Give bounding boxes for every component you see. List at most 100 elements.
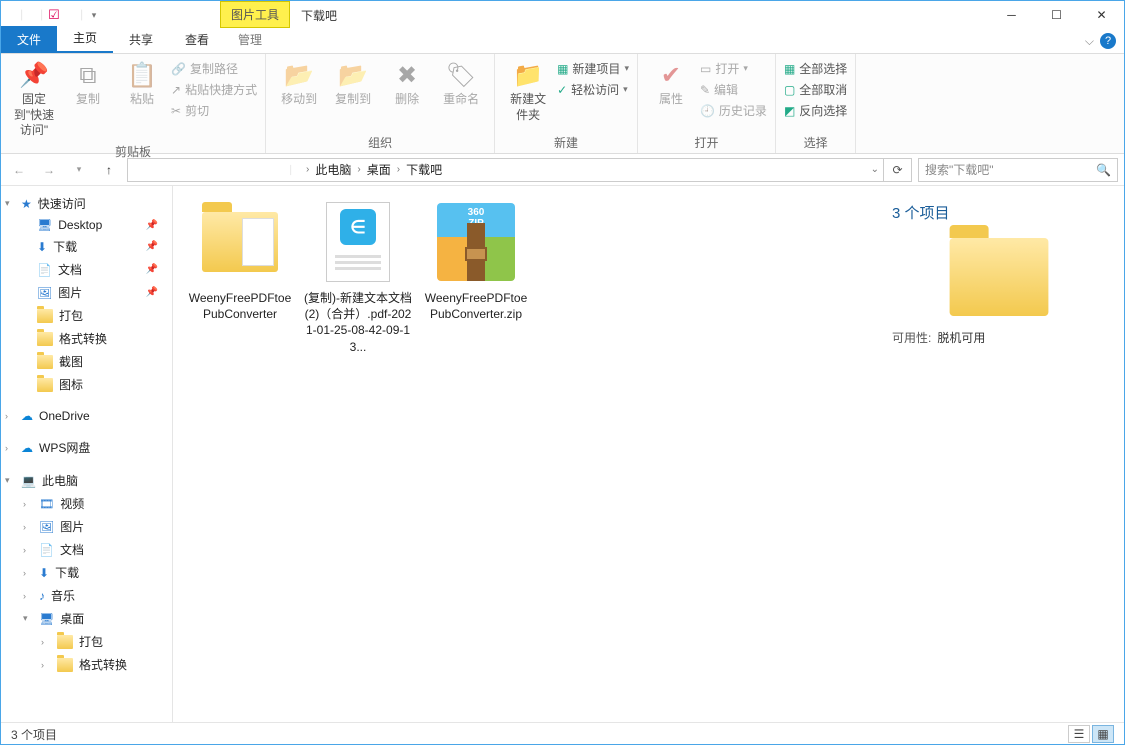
window-title: 下载吧 [301, 7, 337, 24]
nav-thispc[interactable]: ▾💻此电脑 [1, 469, 172, 492]
details-pane: 3 个项目 可用性:脱机可用 [874, 186, 1124, 722]
location-folder-icon [145, 164, 291, 174]
move-to-button[interactable]: 📂移动到 [274, 58, 324, 110]
refresh-button[interactable]: ⟳ [884, 158, 912, 182]
nav-downloads2[interactable]: ›⬇下载 [1, 561, 172, 584]
copy-to-button[interactable]: 📂复制到 [328, 58, 378, 110]
cloud-icon: ☁ [21, 441, 33, 455]
maximize-button[interactable]: ☐ [1034, 1, 1079, 29]
file-item-pdf[interactable]: ∈ (复制)-新建文本文档 (2)（合并）.pdf-2021-01-25-08-… [303, 198, 413, 355]
title-bar: ☑ ▾ 图片工具 下载吧 ─ ☐ ✕ [1, 1, 1124, 29]
select-none-button[interactable]: ▢全部取消 [784, 81, 847, 98]
files-pane[interactable]: WeenyFreePDFtoePubConverter ∈ (复制)-新建文本文… [173, 186, 874, 722]
qat-dropdown-icon[interactable]: ▾ [85, 6, 103, 24]
help-icon[interactable]: ? [1100, 33, 1116, 49]
nav-format[interactable]: 格式转换 [1, 327, 172, 350]
nav-pack[interactable]: 打包 [1, 304, 172, 327]
cut-button[interactable]: ✂剪切 [171, 102, 257, 119]
newitem-icon: ▦ [557, 62, 568, 76]
video-icon: 🎞 [39, 497, 54, 511]
navigation-pane[interactable]: ▾★快速访问 🖥Desktop📌 ⬇下载📌 📄文档📌 🖼图片📌 打包 格式转换 … [1, 186, 173, 722]
nav-pictures[interactable]: 🖼图片📌 [1, 281, 172, 304]
copy-icon: ⧉ [79, 60, 96, 92]
tab-manage[interactable]: 管理 [220, 26, 280, 53]
paste-button[interactable]: 📋粘贴 [117, 58, 167, 110]
nav-documents[interactable]: 📄文档📌 [1, 258, 172, 281]
desktop-icon: 🖥 [39, 612, 54, 626]
pin-icon: 📌 [146, 241, 168, 252]
crumb-desktop[interactable]: 桌面 [363, 161, 395, 178]
chevron-icon[interactable]: › [397, 164, 400, 175]
rename-button[interactable]: 🏷重命名 [436, 58, 486, 110]
nav-wps[interactable]: ›☁WPS网盘 [1, 436, 172, 459]
open-button[interactable]: ▭打开 ▾ [700, 60, 767, 77]
nav-screenshot[interactable]: 截图 [1, 350, 172, 373]
folder-icon [57, 658, 73, 672]
group-organize-label: 组织 [274, 132, 486, 151]
chevron-icon[interactable]: › [357, 164, 360, 175]
ribbon: 📌固定到"快速访问" ⧉复制 📋粘贴 🔗复制路径 ↗粘贴快捷方式 ✂剪切 剪贴板… [1, 54, 1124, 154]
nav-pack2[interactable]: ›打包 [1, 630, 172, 653]
new-item-button[interactable]: ▦新建项目 ▾ [557, 60, 629, 77]
nav-desktop2[interactable]: ▾🖥桌面 [1, 607, 172, 630]
close-button[interactable]: ✕ [1079, 1, 1124, 29]
contextual-tab-pictures[interactable]: 图片工具 [220, 1, 290, 28]
nav-music[interactable]: ›♪音乐 [1, 584, 172, 607]
tab-view[interactable]: 查看 [169, 26, 225, 53]
edit-button[interactable]: ✎编辑 [700, 81, 767, 98]
dropdown-icon[interactable]: ⌄ [871, 164, 879, 175]
history-button[interactable]: 🕘历史记录 [700, 102, 767, 119]
up-button[interactable]: ↑ [97, 158, 121, 182]
file-name-label: WeenyFreePDFtoePubConverter.zip [421, 290, 531, 322]
open-icon: ▭ [700, 62, 711, 76]
details-view-button[interactable]: ☰ [1068, 725, 1090, 743]
documents-icon: 📄 [37, 263, 52, 277]
availability-value: 脱机可用 [937, 331, 985, 345]
copy-button[interactable]: ⧉复制 [63, 58, 113, 110]
nav-icons[interactable]: 图标 [1, 373, 172, 396]
nav-documents2[interactable]: ›📄文档 [1, 538, 172, 561]
status-item-count: 3 个项目 [11, 726, 57, 743]
breadcrumb[interactable]: › 此电脑 › 桌面 › 下载吧 ⌄ [127, 158, 884, 182]
qat-folder2-icon[interactable] [65, 6, 83, 24]
ribbon-collapse-icon[interactable]: ⌵ [1085, 34, 1094, 49]
tab-home[interactable]: 主页 [57, 24, 113, 53]
minimize-button[interactable]: ─ [989, 1, 1034, 29]
forward-button[interactable]: → [37, 158, 61, 182]
downloads-icon: ⬇ [37, 240, 47, 254]
group-select-label: 选择 [784, 132, 847, 151]
easy-access-button[interactable]: ✓轻松访问 ▾ [557, 81, 629, 98]
recent-dropdown[interactable]: ▾ [67, 158, 91, 182]
pin-to-quick-access-button[interactable]: 📌固定到"快速访问" [9, 58, 59, 141]
nav-quick-access[interactable]: ▾★快速访问 [1, 192, 172, 215]
path-icon: 🔗 [171, 62, 186, 76]
zip-icon: 360ZIP [437, 203, 515, 281]
delete-button[interactable]: ✖删除 [382, 58, 432, 110]
tab-share[interactable]: 共享 [113, 26, 169, 53]
back-button[interactable]: ← [7, 158, 31, 182]
qat-checkbox-icon[interactable]: ☑ [45, 6, 63, 24]
invert-selection-button[interactable]: ◩反向选择 [784, 102, 847, 119]
qat-folder-icon[interactable] [25, 6, 43, 24]
nav-downloads[interactable]: ⬇下载📌 [1, 235, 172, 258]
copy-path-button[interactable]: 🔗复制路径 [171, 60, 257, 77]
nav-pictures2[interactable]: ›🖼图片 [1, 515, 172, 538]
crumb-current[interactable]: 下载吧 [402, 161, 446, 178]
icons-view-button[interactable]: ▦ [1092, 725, 1114, 743]
nav-onedrive[interactable]: ›☁OneDrive [1, 406, 172, 426]
file-item-zip[interactable]: 360ZIP WeenyFreePDFtoePubConverter.zip [421, 198, 531, 322]
newfolder-icon: 📁 [513, 60, 543, 92]
search-input[interactable]: 搜索"下载吧" 🔍 [918, 158, 1118, 182]
nav-desktop[interactable]: 🖥Desktop📌 [1, 215, 172, 235]
properties-button[interactable]: ✔属性 [646, 58, 696, 110]
scissors-icon: ✂ [171, 104, 181, 118]
paste-shortcut-button[interactable]: ↗粘贴快捷方式 [171, 81, 257, 98]
chevron-icon[interactable]: › [306, 164, 309, 175]
crumb-thispc[interactable]: 此电脑 [311, 161, 355, 178]
file-item-folder[interactable]: WeenyFreePDFtoePubConverter [185, 198, 295, 322]
tab-file[interactable]: 文件 [1, 26, 57, 53]
select-all-button[interactable]: ▦全部选择 [784, 60, 847, 77]
nav-format2[interactable]: ›格式转换 [1, 653, 172, 676]
nav-videos[interactable]: ›🎞视频 [1, 492, 172, 515]
new-folder-button[interactable]: 📁新建文件夹 [503, 58, 553, 125]
